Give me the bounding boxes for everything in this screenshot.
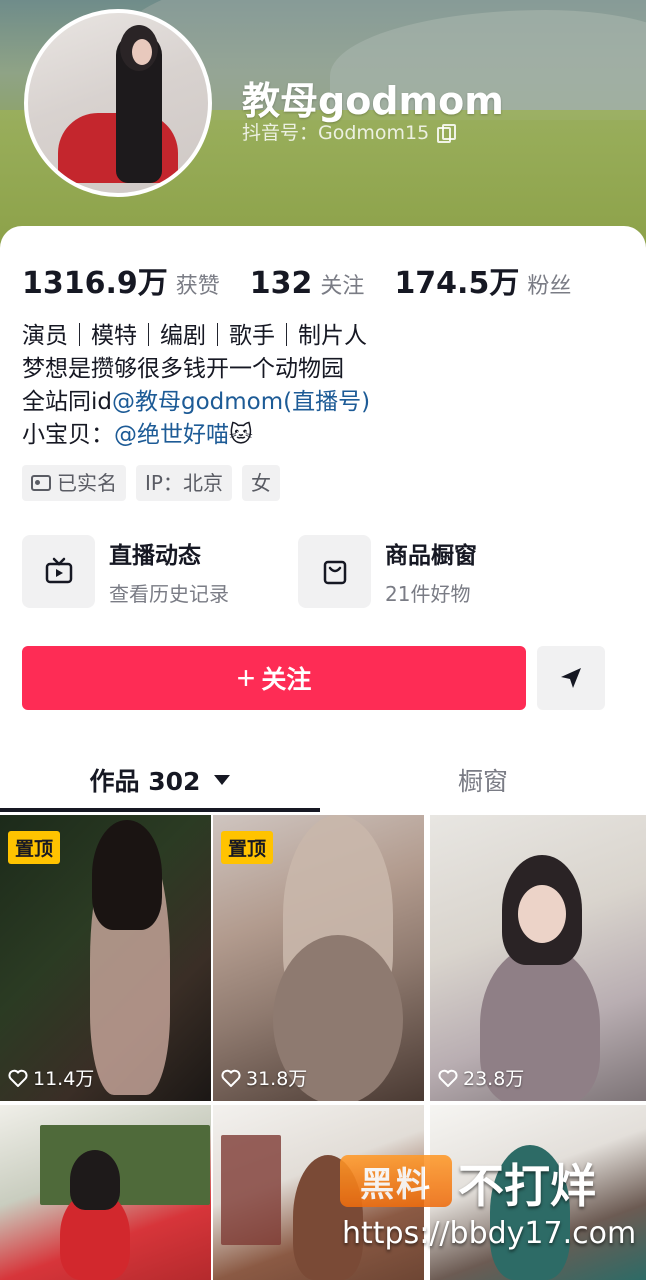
shopping-bag-icon <box>323 560 346 584</box>
heart-icon <box>438 1069 458 1087</box>
live-feature-title: 直播动态 <box>109 543 201 569</box>
copy-icon[interactable] <box>437 123 457 143</box>
avatar-face <box>132 39 152 65</box>
video-thumb-painting <box>221 1135 281 1245</box>
tag-row: 已实名 IP：北京 女 <box>22 465 280 501</box>
mention-link[interactable]: @绝世好喵 <box>114 422 229 448</box>
bio-line: 演员｜模特｜编剧｜歌手｜制片人 <box>22 323 367 349</box>
heart-icon <box>8 1069 28 1087</box>
cat-emoji-icon: 🐱 <box>229 422 253 448</box>
stat-followers[interactable]: 174.5万 粉丝 <box>394 258 571 302</box>
video-tile[interactable] <box>0 1105 211 1280</box>
caret-down-icon <box>214 775 231 785</box>
bio-text: 小宝贝： <box>22 422 114 448</box>
share-button[interactable] <box>537 646 605 710</box>
stat-following-number: 132 <box>249 266 313 301</box>
stats-row: 1316.9万 获赞 132 关注 174.5万 粉丝 <box>22 258 601 302</box>
watermark-logo: 黑料 <box>340 1155 452 1207</box>
pinned-badge: 置顶 <box>8 831 61 864</box>
video-tile[interactable]: 置顶 11.4万 <box>0 815 211 1101</box>
stat-following[interactable]: 132 关注 <box>250 266 365 301</box>
douyin-id-text: 抖音号：Godmom15 <box>242 122 430 144</box>
shop-feature[interactable]: 商品橱窗 21件好物 <box>298 535 477 608</box>
verified-tag: 已实名 <box>22 465 126 501</box>
shop-feature-subtitle: 21件好物 <box>385 582 471 606</box>
tab-works[interactable]: 作品 302 <box>0 746 320 814</box>
video-likes: 31.8万 <box>221 1064 307 1091</box>
tab-works-label: 作品 302 <box>89 767 201 796</box>
video-likes: 11.4万 <box>8 1064 94 1091</box>
shop-feature-text: 商品橱窗 21件好物 <box>385 536 477 607</box>
follow-button-label: 关注 <box>261 666 312 694</box>
stat-followers-number: 174.5万 <box>394 266 520 301</box>
video-tile[interactable]: 置顶 31.8万 <box>213 815 424 1101</box>
mention-link[interactable]: @教母godmom(直播号) <box>112 389 370 415</box>
video-thumb-face <box>518 885 566 943</box>
live-feature-subtitle: 查看历史记录 <box>109 582 229 606</box>
live-icon-box <box>22 535 95 608</box>
verified-tag-label: 已实名 <box>57 471 117 495</box>
ip-tag: IP：北京 <box>136 465 232 501</box>
shop-icon-box <box>298 535 371 608</box>
shop-feature-title: 商品橱窗 <box>385 543 477 569</box>
video-likes-count: 31.8万 <box>246 1068 308 1090</box>
watermark: 黑料 不打烊 https://bbdy17.com <box>340 1150 640 1260</box>
video-thumb-hair <box>92 820 162 930</box>
plus-icon: + <box>236 660 256 696</box>
video-thumb-painting <box>40 1125 210 1205</box>
id-card-icon <box>31 475 51 491</box>
heart-icon <box>221 1069 241 1087</box>
follow-button[interactable]: + 关注 <box>22 646 526 710</box>
send-icon <box>561 668 581 688</box>
bio-line: 小宝贝：@绝世好喵🐱 <box>22 419 370 452</box>
live-feature-text: 直播动态 查看历史记录 <box>109 536 229 607</box>
profile-name: 教母godmom <box>242 79 504 123</box>
stat-following-label: 关注 <box>320 274 365 299</box>
video-tile[interactable]: 23.8万 <box>430 815 646 1101</box>
pinned-badge: 置顶 <box>221 831 274 864</box>
video-thumb-hair <box>70 1150 120 1210</box>
douyin-id[interactable]: 抖音号：Godmom15 <box>242 118 457 145</box>
bio-line: 梦想是攒够很多钱开一个动物园 <box>22 356 344 382</box>
video-likes-count: 11.4万 <box>33 1068 95 1090</box>
bio-text: 全站同id <box>22 389 112 415</box>
avatar[interactable] <box>24 9 212 197</box>
stat-likes: 1316.9万 获赞 <box>22 258 220 302</box>
live-feature[interactable]: 直播动态 查看历史记录 <box>22 535 229 608</box>
video-likes: 23.8万 <box>438 1064 524 1091</box>
stat-followers-label: 粉丝 <box>527 274 572 299</box>
tab-showcase[interactable]: 橱窗 <box>320 746 646 814</box>
stat-likes-label: 获赞 <box>175 274 220 299</box>
tv-icon <box>45 557 72 583</box>
stat-likes-number: 1316.9万 <box>22 266 168 301</box>
bio-line: 全站同id@教母godmom(直播号) <box>22 386 370 419</box>
profile-tabs: 作品 302 橱窗 <box>0 746 646 814</box>
gender-tag: 女 <box>241 465 280 501</box>
watermark-text: 不打烊 <box>458 1159 596 1213</box>
tab-underline <box>0 808 320 812</box>
video-likes-count: 23.8万 <box>463 1068 525 1090</box>
bio: 演员｜模特｜编剧｜歌手｜制片人 梦想是攒够很多钱开一个动物园 全站同id@教母g… <box>22 320 370 452</box>
watermark-url: https://bbdy17.com <box>342 1216 637 1251</box>
